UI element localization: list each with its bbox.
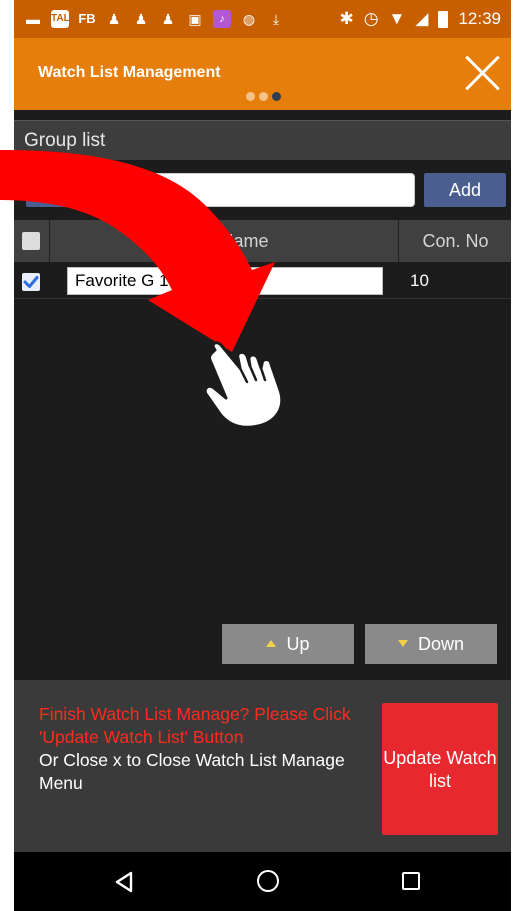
arrow-down-icon: [397, 639, 408, 647]
table-row[interactable]: Favorite G 10 10: [14, 263, 511, 299]
checkmark-icon: [23, 276, 39, 288]
globe-icon: ◍: [242, 11, 256, 27]
add-button[interactable]: Add: [424, 173, 506, 207]
update-watch-list-button[interactable]: Update Watch list: [382, 703, 498, 835]
table-header: roup Name Con. No: [14, 220, 511, 262]
music-icon: ♪: [213, 10, 231, 28]
page-title: Watch List Management: [38, 64, 221, 81]
up-button[interactable]: Up: [222, 624, 354, 664]
select-all-cell: [14, 220, 50, 262]
recents-icon[interactable]: [402, 872, 420, 890]
person-icon: ♟: [161, 11, 175, 27]
page-dot: [246, 92, 255, 101]
alarm-icon: ◷: [363, 9, 379, 28]
page-dot-active: [272, 92, 281, 101]
column-header-group-name: roup Name: [50, 220, 399, 262]
up-label: Up: [286, 634, 310, 654]
group-name-input[interactable]: [117, 173, 415, 207]
status-right: ✱ ◷ ▼ ◢ 12:39: [339, 9, 501, 29]
down-label: Down: [417, 634, 465, 654]
back-icon[interactable]: [113, 870, 135, 894]
finish-instruction: Finish Watch List Manage? Please Click '…: [39, 704, 351, 747]
row-checkbox[interactable]: [22, 273, 40, 291]
column-header-con-no: Con. No: [422, 231, 489, 251]
clock: 12:39: [458, 9, 501, 28]
down-button[interactable]: Down: [365, 624, 497, 664]
status-icons: ▬ TALK FB ♟ ♟ ♟ ▣ ♪ ◍ ⤓: [24, 10, 285, 28]
talk-icon: TALK: [51, 10, 77, 28]
download-icon: ⤓: [272, 11, 280, 27]
arrow-up-icon: [266, 639, 277, 647]
page-dot: [259, 92, 268, 101]
phone-screen: ▬ TALK FB ♟ ♟ ♟ ▣ ♪ ◍ ⤓ ✱ ◷ ▼ ◢ 12:39 Wa…: [14, 0, 511, 911]
close-icon[interactable]: [459, 50, 505, 96]
con-no-value: 10: [410, 271, 429, 290]
header-bar: Watch List Management: [14, 38, 511, 110]
group-list-title: Group list: [14, 120, 511, 160]
group-controls: D Add: [14, 170, 511, 212]
message-icon: ▬: [26, 11, 40, 27]
person-icon: ♟: [107, 11, 121, 27]
status-bar: ▬ TALK FB ♟ ♟ ♟ ▣ ♪ ◍ ⤓ ✱ ◷ ▼ ◢ 12:39: [14, 0, 511, 38]
group-name-field[interactable]: Favorite G 10: [67, 267, 383, 295]
select-all-checkbox[interactable]: [22, 232, 40, 250]
battery-icon: [438, 10, 449, 28]
person-icon: ♟: [134, 11, 148, 27]
delete-button[interactable]: D: [26, 173, 108, 207]
facebook-icon: FB: [78, 11, 96, 26]
page-indicator: [246, 92, 281, 101]
close-instruction: Or Close x to Close Watch List Manage Me…: [39, 750, 345, 793]
footer-message: Finish Watch List Manage? Please Click '…: [39, 703, 359, 795]
footer-panel: Finish Watch List Manage? Please Click '…: [14, 680, 511, 852]
image-icon: ▣: [188, 11, 202, 27]
home-icon[interactable]: [257, 870, 279, 892]
signal-icon: ◢: [415, 9, 429, 28]
wifi-icon: ▼: [388, 9, 406, 28]
bluetooth-icon: ✱: [339, 9, 354, 28]
android-nav-bar: [14, 852, 511, 911]
